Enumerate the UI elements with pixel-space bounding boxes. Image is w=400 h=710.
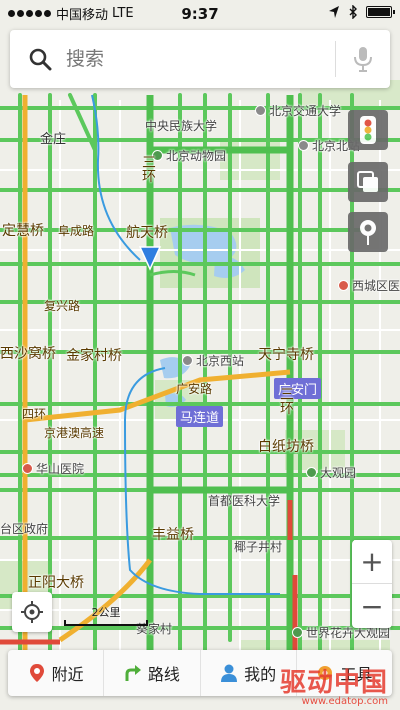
label-huashan-hospital: 华山医院 (22, 460, 84, 477)
locate-me-button[interactable] (12, 592, 52, 632)
watermark-main: 驱动中国 (279, 668, 388, 698)
label-zoo: 北京动物园 (152, 147, 226, 164)
layers-icon (357, 171, 378, 192)
microphone-icon[interactable] (352, 45, 374, 73)
label-jiaozi-jing: 椰子井村 (234, 540, 283, 554)
label-daguanyuan: 大观园 (306, 464, 356, 481)
label-fengyi-bridge: 丰益桥 (152, 527, 194, 543)
route-label: 路线 (147, 665, 180, 684)
label-beijing-west: 北京西站 (182, 352, 244, 369)
pin-icon (360, 220, 376, 245)
label-minzu-univ: 中央民族大学 (145, 119, 218, 133)
hospital-icon-2 (22, 463, 33, 474)
label-zhengyang-bridge: 正阳大桥 (28, 575, 84, 591)
label-jinzhuang: 金庄 (40, 132, 67, 147)
label-fucheng-road: 阜成路 (58, 224, 95, 238)
search-bar[interactable] (10, 30, 390, 88)
zoom-out-button[interactable]: − (352, 584, 392, 628)
label-tianning-bridge: 天宁寺桥 (258, 347, 314, 363)
map-scale: 2公里 (64, 606, 148, 628)
label-jinjiacun-bridge: 金家村桥 (66, 348, 122, 364)
crosshair-icon (21, 601, 43, 623)
location-services-icon (329, 6, 339, 18)
current-location-arrow (138, 245, 162, 271)
route-arrow-icon (125, 665, 141, 681)
label-capital-medical: 首都医科大学 (208, 494, 281, 508)
label-dinghui-bridge: 定慧桥 (2, 223, 44, 239)
train-icon (298, 140, 309, 151)
label-malian-road: 马连道 (176, 406, 224, 427)
watermark-url: www.edatop.com (301, 696, 388, 707)
label-hangtian-bridge: 航天桥 (126, 225, 168, 241)
traffic-light-icon (360, 116, 376, 144)
battery-icon (366, 6, 395, 18)
traffic-toggle-button[interactable] (348, 110, 388, 150)
label-jinggangao: 京港澳高速 (44, 426, 105, 440)
school-icon (255, 105, 266, 116)
search-icon (29, 48, 52, 71)
nearby-pin-icon (29, 664, 44, 682)
label-beijing-jiaotong: 北京交通大学 (255, 102, 341, 119)
map-canvas[interactable]: 金庄 中央民族大学 北京交通大学 北京动物园 北京北站 三 环 定慧桥 阜成路 … (0, 0, 400, 710)
search-input[interactable] (66, 48, 335, 70)
user-icon (221, 664, 238, 682)
label-baizhifang-bridge: 白纸坊桥 (258, 439, 314, 455)
park-icon (306, 467, 317, 478)
status-bar: 中国移动 LTE 9:37 (0, 0, 400, 26)
mine-label: 我的 (244, 665, 277, 684)
scale-label: 2公里 (91, 606, 121, 619)
label-sanhuan-2: 环 (142, 169, 156, 185)
label-fuxing-road: 复兴路 (44, 299, 81, 313)
nearby-button[interactable]: 附近 (8, 650, 105, 696)
label-xicheng-hospital: 西城区医 (338, 277, 400, 294)
scale-bar (64, 620, 148, 626)
zoom-in-button[interactable]: + (352, 540, 392, 584)
search-divider (335, 41, 336, 77)
garden-icon (292, 627, 303, 638)
bluetooth-icon (349, 5, 357, 19)
route-button[interactable]: 路线 (104, 650, 201, 696)
favorites-pin-button[interactable] (348, 212, 388, 252)
label-anlu: 广安路 (176, 382, 213, 396)
watermark: 驱动中国 www.edatop.com (280, 670, 388, 707)
label-shawo-bridge: 西沙窝桥 (0, 346, 56, 362)
zoom-control: + − (352, 540, 392, 628)
nearby-label: 附近 (51, 665, 84, 684)
label-sanhuan-right-2: 环 (280, 401, 294, 417)
label-sihuan: 四环 (22, 407, 47, 421)
label-district-gov: 台区政府 (0, 522, 49, 536)
layers-button[interactable] (348, 162, 388, 202)
train-icon-west (182, 355, 193, 366)
hospital-icon (338, 280, 349, 291)
